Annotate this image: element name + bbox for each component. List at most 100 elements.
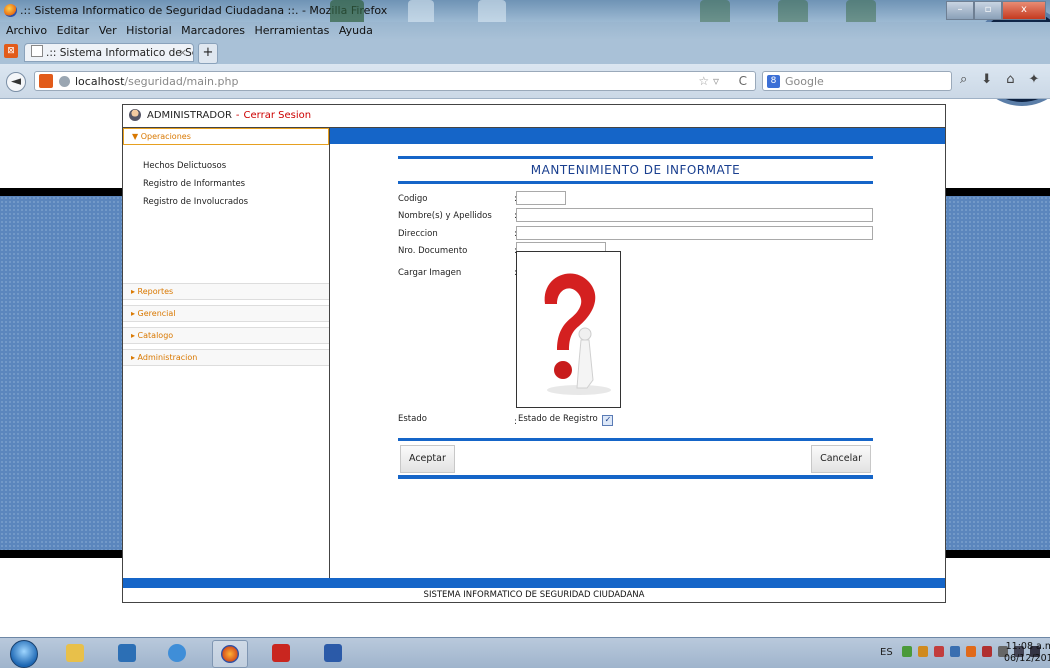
reload-icon[interactable]: C bbox=[739, 74, 747, 88]
menu-archivo[interactable]: Archivo bbox=[4, 24, 49, 37]
label-estado: Estado bbox=[398, 414, 427, 424]
firefox-icon bbox=[4, 4, 17, 17]
taskbar-explorer[interactable] bbox=[58, 640, 92, 666]
tray-app-icon[interactable] bbox=[918, 646, 928, 657]
app-container: ADMINISTRADOR - Cerrar Sesion ▼ Operacione… bbox=[122, 104, 946, 603]
username: ADMINISTRADOR bbox=[147, 110, 232, 121]
tab-label: .:: Sistema Informatico de Seguridad ... bbox=[46, 47, 193, 59]
language-indicator[interactable]: ES bbox=[880, 647, 893, 658]
folder-icon bbox=[66, 644, 84, 662]
tray-app-icon[interactable] bbox=[902, 646, 912, 657]
tray-app-icon[interactable] bbox=[950, 646, 960, 657]
menu-historial[interactable]: Historial bbox=[124, 24, 173, 37]
row-estado: Estado : bbox=[398, 414, 517, 427]
toolbar-icons: ⌕ ⬇ ⌂ ✦ bbox=[960, 72, 1039, 87]
row-nombre: Nombre(s) y Apellidos : bbox=[398, 211, 517, 221]
clock-date: 06/12/2013 bbox=[1004, 653, 1050, 664]
tab-close-icon[interactable]: × bbox=[178, 44, 187, 61]
logout-link[interactable]: Cerrar Sesion bbox=[244, 110, 312, 121]
menu-editar[interactable]: Editar bbox=[55, 24, 92, 37]
operaciones-items: Hechos Delictuosos Registro de Informant… bbox=[123, 145, 329, 283]
row-imagen: Cargar Imagen : bbox=[398, 268, 517, 278]
footer-bar bbox=[123, 578, 945, 588]
colon: : bbox=[514, 417, 517, 427]
sidebar-item-registro-involucrados[interactable]: Registro de Involucrados bbox=[123, 193, 329, 211]
acrobat-icon bbox=[272, 644, 290, 662]
informant-form: MANTENIMIENTO DE INFORMATE Codigo : Nomb… bbox=[398, 156, 873, 479]
taskbar-firefox[interactable] bbox=[212, 640, 248, 668]
cancel-button[interactable]: Cancelar bbox=[811, 445, 871, 473]
image-upload-preview[interactable] bbox=[516, 251, 621, 408]
accordion-reportes[interactable]: ▸ Reportes bbox=[123, 283, 329, 300]
label-nombre: Nombre(s) y Apellidos bbox=[398, 211, 492, 221]
google-search-engine-icon[interactable]: 8 bbox=[767, 75, 780, 88]
row-codigo: Codigo : bbox=[398, 194, 517, 204]
accordion-catalogo[interactable]: ▸ Catalogo bbox=[123, 327, 329, 344]
menu-bar: Archivo Editar Ver Historial Marcadores … bbox=[0, 22, 1050, 40]
url-bar[interactable]: localhost/seguridad/main.php ☆ ▿ C bbox=[34, 71, 756, 91]
site-identity-icon[interactable] bbox=[39, 74, 53, 88]
taskbar-word[interactable] bbox=[316, 640, 350, 666]
downloads-icon[interactable]: ⬇ bbox=[981, 72, 992, 87]
search-icon[interactable]: ⌕ bbox=[960, 72, 967, 87]
menu-herramientas[interactable]: Herramientas bbox=[252, 24, 331, 37]
tray-flag-icon[interactable] bbox=[982, 646, 992, 657]
start-button[interactable] bbox=[10, 640, 38, 668]
menu-marcadores[interactable]: Marcadores bbox=[179, 24, 247, 37]
tab-groups-icon[interactable]: ⊠ bbox=[4, 44, 18, 58]
codigo-field[interactable] bbox=[516, 191, 566, 205]
label-codigo: Codigo bbox=[398, 194, 428, 204]
tab-main[interactable]: .:: Sistema Informatico de Seguridad ...… bbox=[24, 43, 194, 62]
label-imagen: Cargar Imagen bbox=[398, 268, 462, 278]
word-icon bbox=[324, 644, 342, 662]
media-player-icon bbox=[118, 644, 136, 662]
direccion-field[interactable] bbox=[516, 226, 873, 240]
taskbar-ie[interactable] bbox=[160, 640, 194, 666]
accordion-administracion[interactable]: ▸ Administracion bbox=[123, 349, 329, 366]
globe-icon bbox=[59, 76, 70, 87]
clock-time: 11:08 a.m. bbox=[1005, 641, 1050, 652]
windows-taskbar: ES 11:08 a.m. 06/12/2013 bbox=[0, 637, 1050, 668]
page-favicon-icon bbox=[31, 45, 43, 57]
tab-bar: ⊠ .:: Sistema Informatico de Seguridad .… bbox=[0, 40, 1050, 64]
accordion-operaciones[interactable]: ▼ Operaciones bbox=[123, 128, 329, 145]
window-controls: – ▫ x bbox=[946, 1, 1046, 20]
taskbar-clock[interactable]: 11:08 a.m. 06/12/2013 bbox=[1004, 641, 1050, 665]
window-titlebar: .:: Sistema Informatico de Seguridad Ciu… bbox=[0, 0, 1050, 106]
estado-checkbox[interactable]: ✓ bbox=[602, 415, 614, 426]
form-button-bar: Aceptar Cancelar bbox=[398, 438, 873, 479]
maximize-button[interactable]: ▫ bbox=[974, 1, 1002, 20]
tray-app-icon[interactable] bbox=[934, 646, 944, 657]
menu-ayuda[interactable]: Ayuda bbox=[337, 24, 375, 37]
user-info: ADMINISTRADOR - Cerrar Sesion bbox=[147, 110, 311, 121]
firefox-icon bbox=[221, 645, 239, 663]
tray-app-icon[interactable] bbox=[966, 646, 976, 657]
footer-text: SISTEMA INFORMATICO DE SEGURIDAD CIUDADA… bbox=[423, 590, 645, 600]
estado-checkbox-group: Estado de Registro ✓ bbox=[518, 414, 614, 426]
back-button[interactable]: ◄ bbox=[6, 72, 26, 92]
minimize-button[interactable]: – bbox=[946, 1, 974, 20]
menu-ver[interactable]: Ver bbox=[97, 24, 119, 37]
label-documento: Nro. Documento bbox=[398, 246, 468, 256]
row-documento: Nro. Documento : bbox=[398, 246, 517, 256]
accordion-gerencial[interactable]: ▸ Gerencial bbox=[123, 305, 329, 322]
search-placeholder: Google bbox=[785, 75, 824, 88]
close-button[interactable]: x bbox=[1002, 1, 1046, 20]
estado-checkbox-label: Estado de Registro bbox=[518, 414, 598, 424]
sidebar-item-registro-informantes[interactable]: Registro de Informantes bbox=[123, 175, 329, 193]
new-tab-button[interactable]: + bbox=[198, 43, 218, 64]
sidebar-item-hechos-delictuosos[interactable]: Hechos Delictuosos bbox=[123, 157, 329, 175]
search-bar[interactable]: 8 Google bbox=[762, 71, 952, 91]
nombre-field[interactable] bbox=[516, 208, 873, 222]
home-icon[interactable]: ⌂ bbox=[1006, 72, 1014, 87]
accept-button[interactable]: Aceptar bbox=[400, 445, 455, 473]
addon-icon[interactable]: ✦ bbox=[1028, 72, 1039, 87]
form-title: MANTENIMIENTO DE INFORMATE bbox=[398, 156, 873, 184]
taskbar-acrobat[interactable] bbox=[264, 640, 298, 666]
bookmark-star-icon[interactable]: ☆ ▿ bbox=[698, 74, 719, 88]
taskbar-media[interactable] bbox=[110, 640, 144, 666]
navigation-bar: ◄ localhost/seguridad/main.php ☆ ▿ C 8 G… bbox=[0, 64, 1050, 99]
sidebar-menu: ▼ Operaciones Hechos Delictuosos Registr… bbox=[123, 128, 330, 578]
url-text[interactable]: localhost/seguridad/main.php bbox=[75, 75, 238, 88]
label-direccion: Direccion bbox=[398, 229, 438, 239]
